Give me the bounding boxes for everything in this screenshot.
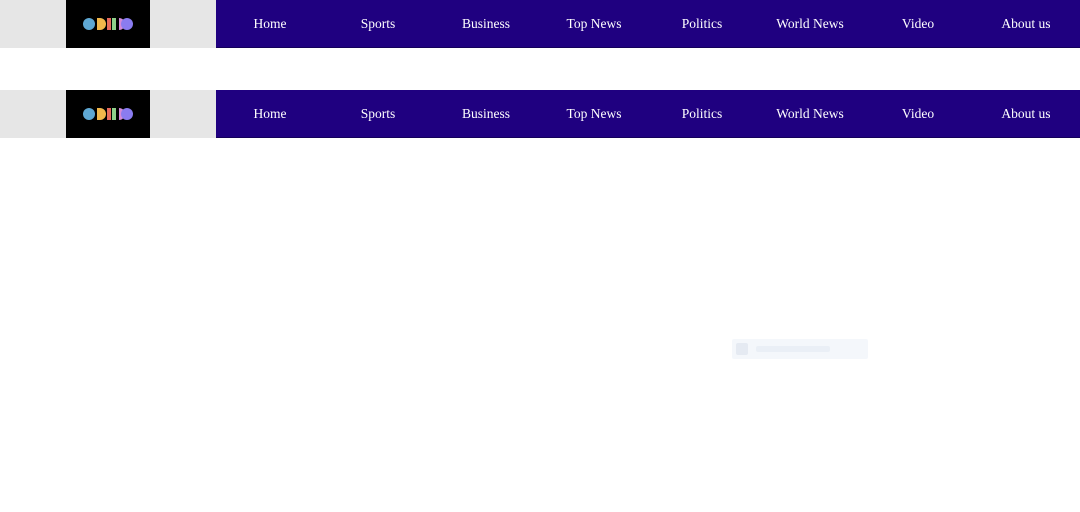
nav-item-business[interactable]: Business bbox=[432, 0, 540, 48]
nav-item-business[interactable]: Business bbox=[432, 90, 540, 138]
nav-item-sports[interactable]: Sports bbox=[324, 90, 432, 138]
faint-widget-icon bbox=[736, 343, 748, 355]
nav-item-video[interactable]: Video bbox=[864, 0, 972, 48]
logo-area bbox=[0, 0, 216, 48]
nav-item-about-us[interactable]: About us bbox=[972, 0, 1080, 48]
site-logo[interactable] bbox=[66, 90, 150, 138]
faint-overlay-widget bbox=[732, 339, 868, 359]
nav-item-world-news[interactable]: World News bbox=[756, 90, 864, 138]
nav-item-politics[interactable]: Politics bbox=[648, 90, 756, 138]
secondary-navbar: Home Sports Business Top News Politics W… bbox=[0, 90, 1080, 138]
main-menu: Home Sports Business Top News Politics W… bbox=[216, 0, 1080, 48]
nav-item-home[interactable]: Home bbox=[216, 90, 324, 138]
nav-item-top-news[interactable]: Top News bbox=[540, 0, 648, 48]
nav-item-world-news[interactable]: World News bbox=[756, 0, 864, 48]
nav-item-video[interactable]: Video bbox=[864, 90, 972, 138]
faint-widget-bar bbox=[756, 346, 830, 352]
nav-item-sports[interactable]: Sports bbox=[324, 0, 432, 48]
colorful-shapes-logo-icon bbox=[83, 18, 133, 30]
top-navbar: Home Sports Business Top News Politics W… bbox=[0, 0, 1080, 48]
nav-item-top-news[interactable]: Top News bbox=[540, 90, 648, 138]
nav-item-politics[interactable]: Politics bbox=[648, 0, 756, 48]
main-menu: Home Sports Business Top News Politics W… bbox=[216, 90, 1080, 138]
site-logo[interactable] bbox=[66, 0, 150, 48]
colorful-shapes-logo-icon bbox=[83, 108, 133, 120]
nav-item-about-us[interactable]: About us bbox=[972, 90, 1080, 138]
nav-item-home[interactable]: Home bbox=[216, 0, 324, 48]
logo-area bbox=[0, 90, 216, 138]
